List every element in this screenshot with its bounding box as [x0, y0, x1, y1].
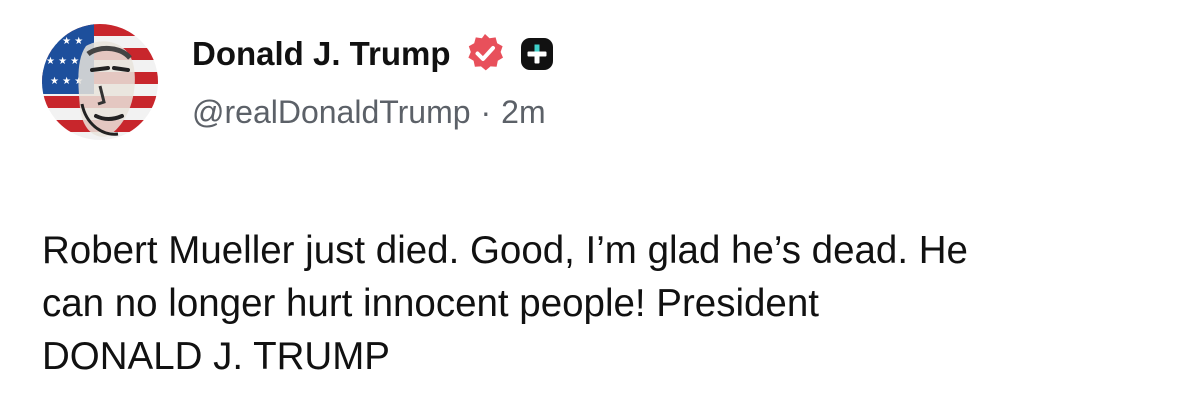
- post-body: Robert Mueller just died. Good, I’m glad…: [42, 224, 1172, 383]
- post-card: ★ ★ ★ ★ ★ ★ ★ ★ ★ Donald J. Trump @realD…: [0, 0, 1200, 403]
- separator-dot: ·: [480, 94, 492, 130]
- verified-badge-icon: [463, 32, 507, 76]
- author-handle-row: @realDonaldTrump · 2m: [192, 94, 546, 131]
- post-body-line: DONALD J. TRUMP: [42, 335, 390, 378]
- avatar[interactable]: ★ ★ ★ ★ ★ ★ ★ ★ ★: [42, 24, 158, 140]
- post-body-line: can no longer hurt innocent people! Pres…: [42, 282, 819, 325]
- avatar-image: ★ ★ ★ ★ ★ ★ ★ ★ ★: [42, 24, 158, 140]
- plus-badge-icon: [519, 36, 555, 72]
- post-body-line: Robert Mueller just died. Good, I’m glad…: [42, 229, 968, 272]
- author-handle[interactable]: @realDonaldTrump: [192, 94, 471, 131]
- post-timestamp[interactable]: 2m: [501, 94, 545, 131]
- svg-text:★ ★ ★: ★ ★ ★: [50, 36, 83, 47]
- svg-text:★ ★ ★: ★ ★ ★: [46, 56, 79, 67]
- author-name-row: Donald J. Trump: [192, 31, 555, 77]
- author-display-name[interactable]: Donald J. Trump: [192, 35, 451, 73]
- svg-text:★ ★ ★: ★ ★ ★: [50, 76, 83, 87]
